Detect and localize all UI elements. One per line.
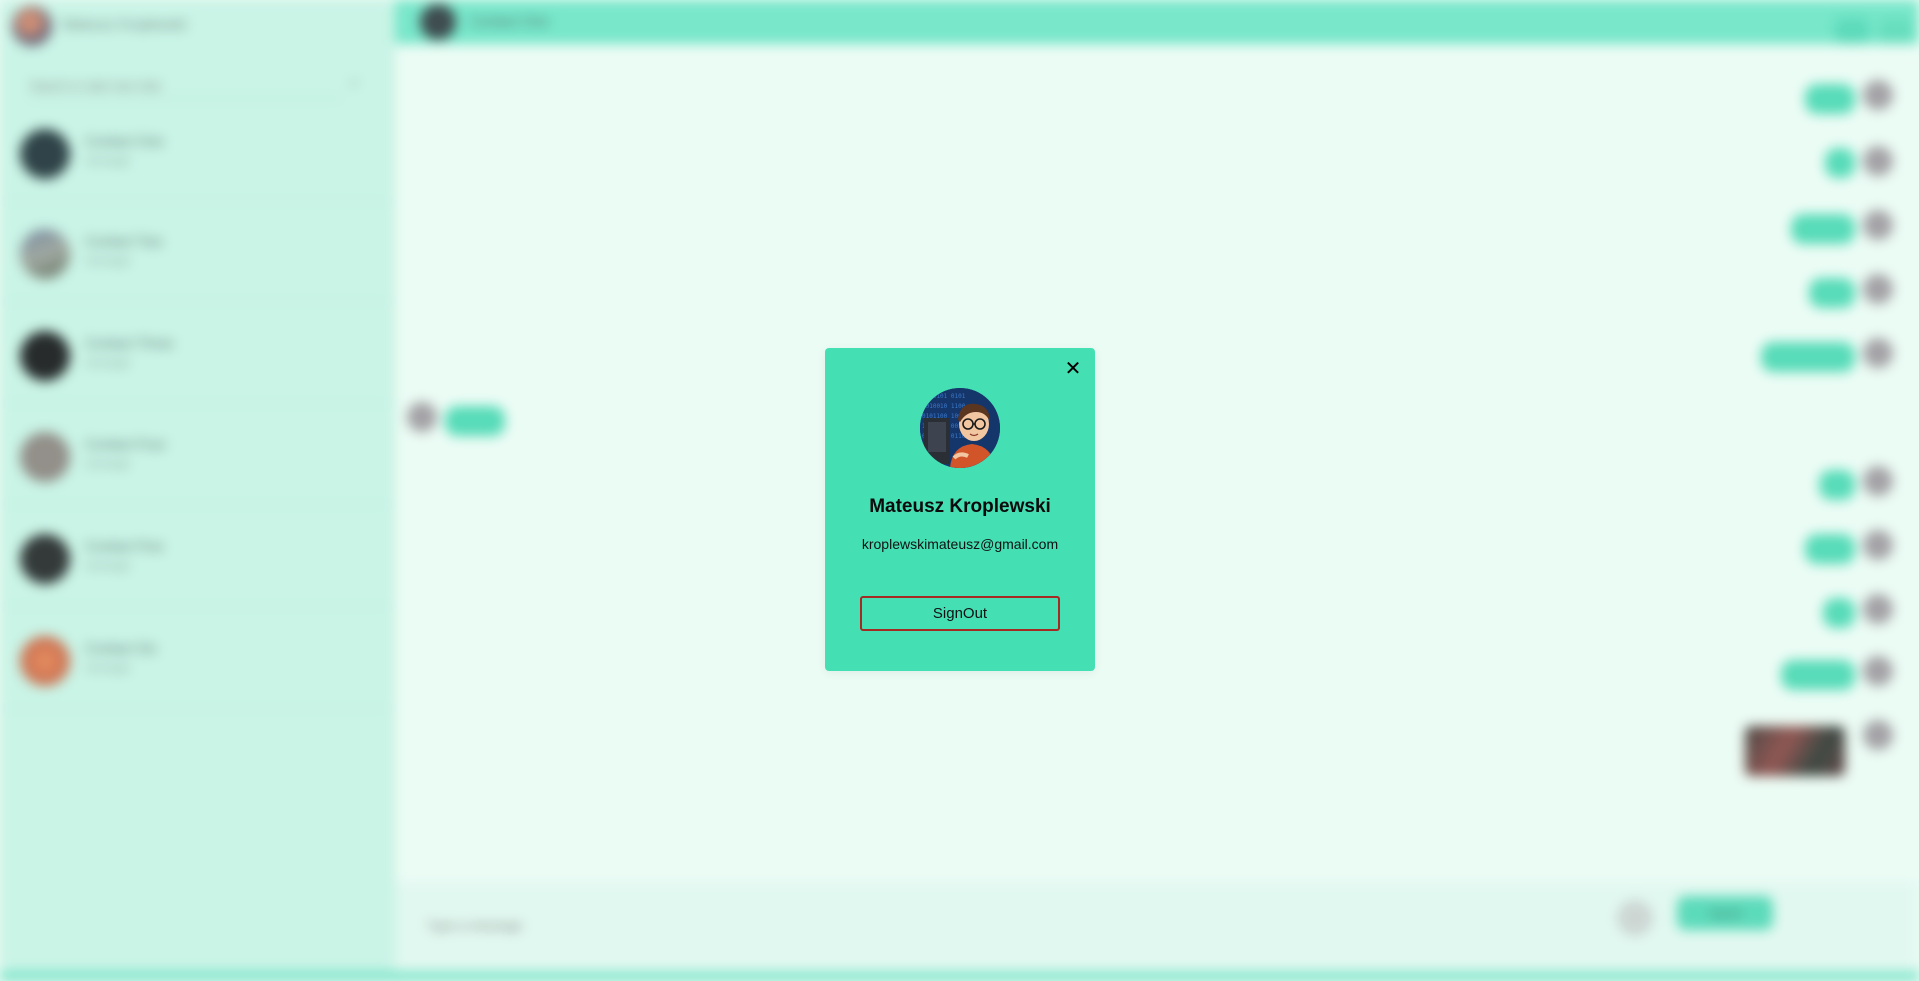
profile-modal: ✕ 0100101 0101 1010010 1100 0101100 1001… (825, 348, 1095, 671)
profile-email: kroplewskimateusz@gmail.com (861, 536, 1059, 552)
close-icon[interactable]: ✕ (1063, 358, 1083, 378)
modal-overlay[interactable]: ✕ 0100101 0101 1010010 1100 0101100 1001… (0, 0, 1919, 981)
profile-name: Mateusz Kroplewski (869, 496, 1051, 517)
signout-button[interactable]: SignOut (860, 596, 1060, 631)
svg-text:0100101 0101: 0100101 0101 (922, 393, 966, 400)
profile-avatar: 0100101 0101 1010010 1100 0101100 1001 1… (920, 388, 1000, 468)
programmer-avatar-icon: 0100101 0101 1010010 1100 0101100 1001 1… (920, 388, 1000, 468)
svg-text:1010010 1100: 1010010 1100 (922, 403, 966, 410)
